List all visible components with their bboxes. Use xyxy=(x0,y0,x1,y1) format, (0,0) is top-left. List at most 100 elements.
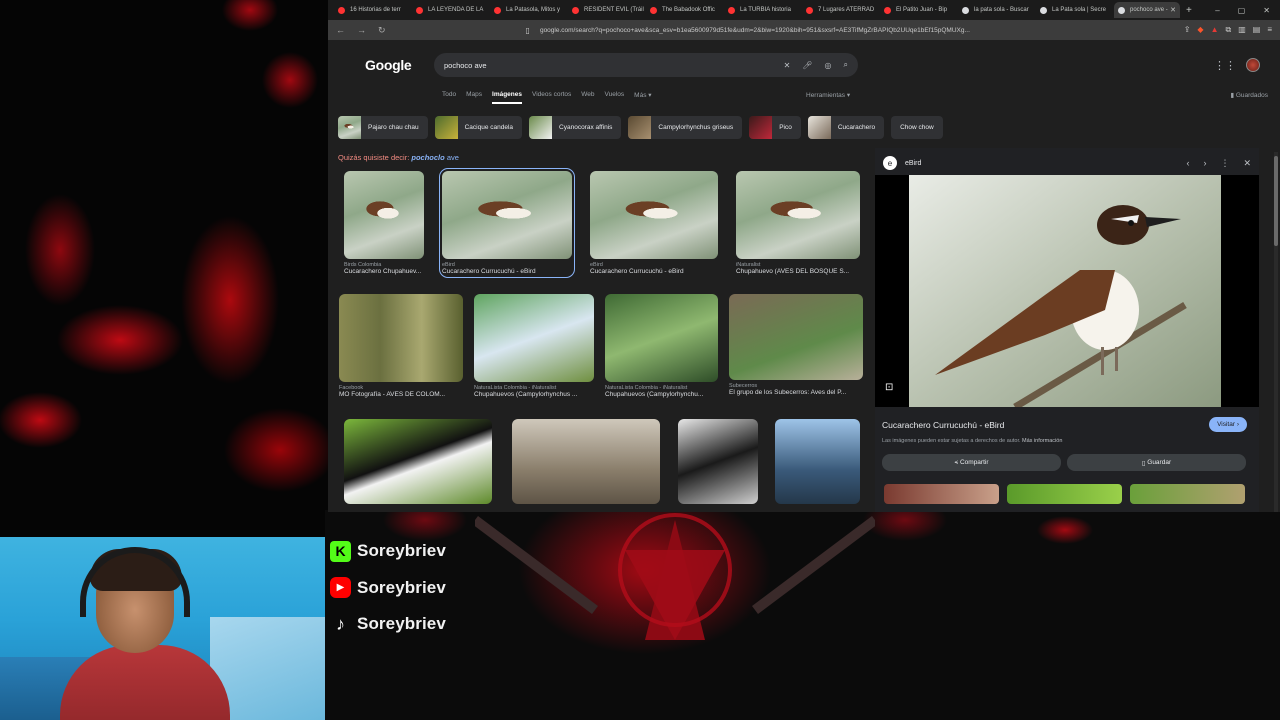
red-sigil-emblem xyxy=(475,513,875,640)
related-thumbnail[interactable] xyxy=(884,484,999,504)
chip[interactable]: Cacique candela xyxy=(434,116,523,139)
share-button[interactable]: ⪪ Compartir xyxy=(882,454,1061,471)
next-icon[interactable]: › xyxy=(1203,158,1206,169)
save-button[interactable]: ▯ Guardar xyxy=(1067,454,1246,471)
image-result[interactable]: Facebook MO Fotografía - AVES DE COLOM..… xyxy=(339,294,463,398)
browser-tab[interactable]: LA LEYENDA DE LA xyxy=(412,2,490,18)
preview-site[interactable]: eBird xyxy=(905,160,921,167)
image-result-selected[interactable]: eBird Cucarachero Currucuchú - eBird xyxy=(439,168,575,278)
result-image xyxy=(736,171,860,259)
chip-label: Campylorhynchus griseus xyxy=(658,124,734,131)
social-kick: K Soreybriev xyxy=(330,540,446,562)
scrollbar[interactable] xyxy=(1274,152,1278,512)
webcam-feed xyxy=(0,537,325,720)
scrollbar-thumb[interactable] xyxy=(1274,156,1278,246)
maximize-icon[interactable]: ▢ xyxy=(1238,6,1246,15)
visit-button[interactable]: Visitar › xyxy=(1209,417,1247,432)
image-result[interactable] xyxy=(512,419,660,504)
clear-icon[interactable]: ✕ xyxy=(784,61,791,70)
minimize-icon[interactable]: – xyxy=(1215,6,1219,15)
sidebar-icon[interactable]: ▥ xyxy=(1238,25,1246,35)
browser-tab[interactable]: RESIDENT EVIL (Tráil xyxy=(568,2,646,18)
new-tab-button[interactable]: + xyxy=(1186,5,1192,16)
search-box[interactable]: pochoco ave ✕ 🎤︎ ◎ ⌕ xyxy=(434,53,858,77)
preview-image[interactable] xyxy=(875,175,1259,411)
wallet-icon[interactable]: ▤ xyxy=(1253,25,1261,35)
lens-icon[interactable]: ◎ xyxy=(825,61,832,70)
kick-icon: K xyxy=(330,540,351,562)
chip-label: Pico xyxy=(779,124,792,131)
tab-videos-cortos[interactable]: Videos cortos xyxy=(532,91,571,104)
saved-label: Guardados xyxy=(1235,92,1268,99)
tab-maps[interactable]: Maps xyxy=(466,91,482,104)
tab-imagenes[interactable]: Imágenes xyxy=(492,91,523,104)
address-bar[interactable]: google.com/search?q=pochoco+ave&sca_esv=… xyxy=(540,27,1176,34)
more-options-icon[interactable]: ⋮ xyxy=(1220,158,1229,169)
related-thumbnail[interactable] xyxy=(1130,484,1245,504)
chip[interactable]: Cucarachero xyxy=(807,116,885,139)
brave-shield-icon[interactable]: ◆ xyxy=(1197,25,1203,35)
browser-tab[interactable]: La Patasola, Mitos y xyxy=(490,2,568,18)
youtube-icon xyxy=(728,6,735,14)
forward-icon[interactable]: → xyxy=(357,25,366,36)
chip[interactable]: Cyanocorax affinis xyxy=(529,116,622,139)
reload-icon[interactable]: ↻ xyxy=(378,25,386,36)
did-you-mean-link[interactable]: pochoclo ave xyxy=(411,153,459,162)
tab-label: la pata sola - Buscar xyxy=(974,7,1029,13)
close-tab-icon[interactable]: ✕ xyxy=(1170,6,1176,14)
image-result[interactable]: NaturaLista Colombia - iNaturalist Chupa… xyxy=(474,294,594,398)
preview-title[interactable]: Cucarachero Currucuchú - eBird xyxy=(882,420,1004,430)
google-logo[interactable]: Google xyxy=(365,57,412,73)
tab-mas[interactable]: Más ▾ xyxy=(634,91,651,104)
browser-tab[interactable]: la pata sola - Buscar xyxy=(958,2,1036,18)
saved-button[interactable]: ▮ Guardados xyxy=(1230,91,1268,99)
back-icon[interactable]: ← xyxy=(336,25,345,36)
browser-tab[interactable]: La TURBIA historia xyxy=(724,2,802,18)
lens-search-icon[interactable]: ⊡ xyxy=(885,382,893,393)
browser-tab[interactable]: 7 Lugares ATERRAD xyxy=(802,2,880,18)
account-area: ⋮⋮ xyxy=(1214,58,1260,72)
close-window-icon[interactable]: ✕ xyxy=(1263,6,1270,15)
tab-web[interactable]: Web xyxy=(581,91,594,104)
close-icon[interactable]: ✕ xyxy=(1243,158,1251,169)
image-result[interactable] xyxy=(678,419,758,504)
did-you-mean-prefix: Quizás quisiste decir: xyxy=(338,153,410,162)
chip[interactable]: Chow chow xyxy=(891,116,943,139)
extension-icon[interactable]: ⧉ xyxy=(1225,25,1231,35)
previous-icon[interactable]: ‹ xyxy=(1186,158,1189,169)
browser-tab[interactable]: The Babadook Offic xyxy=(646,2,724,18)
bookmark-icon[interactable]: ▯ xyxy=(526,26,530,35)
result-title: Chupahuevo (AVES DEL BOSQUE S... xyxy=(736,268,850,275)
brave-rewards-icon[interactable]: ▲ xyxy=(1211,25,1219,35)
result-image xyxy=(729,294,863,380)
chip[interactable]: Pico xyxy=(749,116,801,139)
chip[interactable]: Campylorhynchus griseus xyxy=(628,116,743,139)
image-result[interactable]: Birds Colombia Cucarachero Chupahuev... xyxy=(344,171,424,275)
browser-tab-active[interactable]: pochoco ave - ✕ xyxy=(1114,2,1180,18)
browser-tab[interactable]: 16 Historias de terr xyxy=(334,2,412,18)
apps-grid-icon[interactable]: ⋮⋮ xyxy=(1214,59,1236,72)
menu-icon[interactable]: ≡ xyxy=(1267,25,1272,35)
microphone-icon[interactable]: 🎤︎ xyxy=(802,61,812,70)
image-result[interactable] xyxy=(344,419,492,504)
social-handles: K Soreybriev ▶ Soreybriev ♪ Soreybriev xyxy=(330,540,446,650)
image-result[interactable]: iNaturalist Chupahuevo (AVES DEL BOSQUE … xyxy=(736,171,860,275)
browser-tab[interactable]: El Patito Juan - Bip xyxy=(880,2,958,18)
copyright-text: Las imágenes pueden estar sujetas a dere… xyxy=(882,438,1021,444)
tools-button[interactable]: Herramientas ▾ xyxy=(806,91,850,99)
image-result[interactable]: eBird Cucarachero Currucuchú - eBird xyxy=(590,171,718,275)
tab-todo[interactable]: Todo xyxy=(442,91,456,104)
search-icon[interactable]: ⌕ xyxy=(844,60,848,70)
chip[interactable]: Pajaro chau chau xyxy=(338,116,428,139)
share-icon[interactable]: ⇪ xyxy=(1184,25,1191,35)
avatar[interactable] xyxy=(1246,58,1260,72)
search-input[interactable]: pochoco ave xyxy=(444,61,772,70)
tab-vuelos[interactable]: Vuelos xyxy=(605,91,625,104)
related-thumbnail[interactable] xyxy=(1007,484,1122,504)
image-result[interactable] xyxy=(775,419,860,504)
browser-tab[interactable]: La Pata sola | Secre xyxy=(1036,2,1114,18)
extensions-area: ⇪ ◆ ▲ ⧉ ▥ ▤ ≡ xyxy=(1184,25,1272,35)
image-result[interactable]: Subecerros El grupo de los Subecerros: A… xyxy=(729,294,863,396)
image-result[interactable]: NaturaLista Colombia - iNaturalist Chupa… xyxy=(605,294,718,398)
more-info-link[interactable]: Más información xyxy=(1022,438,1062,444)
